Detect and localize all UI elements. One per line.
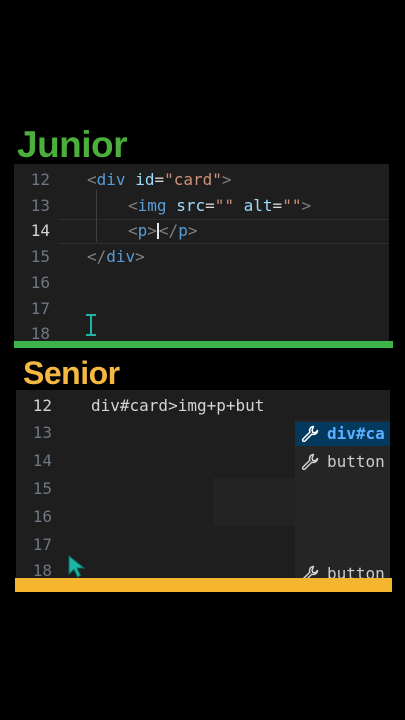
tag-open-bracket: < bbox=[128, 196, 138, 215]
suggestion-label: div#ca bbox=[327, 424, 385, 443]
indent-guide bbox=[96, 190, 97, 242]
tag-close-bracket: > bbox=[187, 221, 198, 240]
wrench-icon bbox=[301, 453, 319, 471]
mouse-pointer-icon bbox=[68, 555, 86, 578]
line-number-active: 12 bbox=[32, 396, 52, 415]
tag-close-bracket: > bbox=[221, 170, 232, 189]
line-number: 15 bbox=[32, 479, 52, 498]
line-number: 12 bbox=[30, 170, 50, 189]
code-line-14[interactable]: <p> </p> bbox=[128, 221, 197, 240]
attribute-value: "card" bbox=[164, 170, 222, 189]
suggestion-label: button bbox=[327, 564, 385, 578]
equals: = bbox=[205, 196, 215, 215]
senior-heading: Senior bbox=[23, 355, 120, 391]
attribute-name: src bbox=[176, 196, 206, 215]
suggestion-item[interactable]: button bbox=[295, 450, 390, 474]
line-number: 14 bbox=[32, 451, 52, 470]
tag-name: img bbox=[137, 196, 167, 215]
tag-close-bracket: > bbox=[135, 247, 145, 266]
attribute-name: alt bbox=[243, 196, 273, 215]
line-number: 16 bbox=[32, 507, 52, 526]
line-number: 18 bbox=[32, 561, 52, 578]
code-line-15[interactable]: </div> bbox=[87, 247, 145, 266]
suggestion-item-selected[interactable]: div#ca bbox=[295, 422, 390, 446]
attribute-value: "" bbox=[282, 196, 302, 215]
line-number: 13 bbox=[30, 196, 50, 215]
junior-heading: Junior bbox=[17, 124, 128, 165]
attribute-value: "" bbox=[214, 196, 234, 215]
equals: = bbox=[154, 170, 165, 189]
emmet-abbreviation[interactable]: div#card>img+p+but bbox=[91, 396, 264, 415]
attribute-name: id bbox=[135, 170, 155, 189]
current-line-highlight bbox=[58, 219, 389, 244]
autocomplete-suggestions[interactable]: div#ca button button button bbox=[295, 420, 390, 578]
tag-open-bracket: < bbox=[128, 221, 138, 240]
line-number: 17 bbox=[30, 299, 50, 318]
senior-code-editor[interactable]: 12 13 14 15 16 17 18 div#card>img+p+but … bbox=[16, 390, 390, 578]
code-line-13[interactable]: <img src="" alt=""> bbox=[128, 196, 311, 215]
tag-name: div bbox=[106, 247, 136, 266]
tag-close-bracket: > bbox=[301, 196, 312, 215]
senior-divider-bar bbox=[15, 578, 392, 592]
junior-code-editor[interactable]: 12 13 14 15 16 17 18 <div id="card"> <im… bbox=[14, 164, 389, 342]
line-number-active: 14 bbox=[30, 221, 50, 240]
tag-name: p bbox=[178, 221, 188, 240]
suggestion-item[interactable]: button bbox=[295, 562, 390, 578]
wrench-icon bbox=[302, 565, 319, 578]
tag-name: div bbox=[96, 170, 126, 189]
code-line-12[interactable]: <div id="card"> bbox=[87, 170, 232, 189]
suggestion-label: button bbox=[327, 452, 385, 471]
tag-name: p bbox=[137, 221, 148, 240]
line-number: 17 bbox=[32, 535, 52, 554]
equals: = bbox=[272, 196, 283, 215]
closing-tag-open: </ bbox=[158, 221, 179, 240]
junior-divider-bar bbox=[14, 341, 393, 348]
i-beam-cursor-icon bbox=[86, 314, 96, 336]
line-number: 18 bbox=[30, 324, 50, 342]
line-number: 15 bbox=[30, 247, 50, 266]
wrench-icon bbox=[301, 425, 319, 443]
line-number: 16 bbox=[30, 273, 50, 292]
tag-open-bracket: < bbox=[87, 170, 97, 189]
closing-tag-open: </ bbox=[87, 247, 107, 266]
tag-close-bracket: > bbox=[147, 221, 157, 240]
line-number: 13 bbox=[32, 423, 52, 442]
